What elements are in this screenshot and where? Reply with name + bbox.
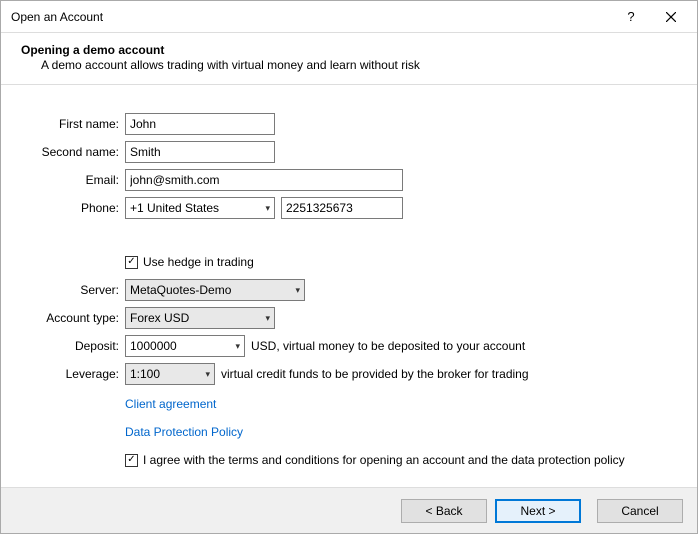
wizard-footer: < Back Next > Cancel (1, 487, 697, 533)
checkbox-icon: ✓ (125, 256, 138, 269)
deposit-hint: USD, virtual money to be deposited to yo… (251, 339, 525, 353)
leverage-hint: virtual credit funds to be provided by t… (221, 367, 529, 381)
header-title: Opening a demo account (21, 43, 677, 57)
help-icon: ? (627, 9, 634, 24)
leverage-label: Leverage: (21, 367, 125, 381)
hedge-label: Use hedge in trading (143, 255, 254, 269)
checkbox-icon: ✓ (125, 454, 138, 467)
leverage-select[interactable]: 1:100 ▾ (125, 363, 215, 385)
chevron-down-icon: ▾ (289, 285, 300, 296)
hedge-checkbox[interactable]: ✓ Use hedge in trading (125, 255, 254, 269)
agree-label: I agree with the terms and conditions fo… (143, 453, 625, 467)
back-button[interactable]: < Back (401, 499, 487, 523)
first-name-input[interactable] (125, 113, 275, 135)
deposit-select[interactable]: 1000000 ▾ (125, 335, 245, 357)
account-type-value: Forex USD (130, 311, 189, 325)
dialog-open-account: Open an Account ? Opening a demo account… (0, 0, 698, 534)
help-button[interactable]: ? (611, 3, 651, 31)
cancel-button[interactable]: Cancel (597, 499, 683, 523)
header-subtitle: A demo account allows trading with virtu… (21, 58, 677, 72)
wizard-header: Opening a demo account A demo account al… (1, 33, 697, 84)
account-type-select[interactable]: Forex USD ▾ (125, 307, 275, 329)
deposit-label: Deposit: (21, 339, 125, 353)
first-name-label: First name: (21, 117, 125, 131)
server-select[interactable]: MetaQuotes-Demo ▾ (125, 279, 305, 301)
window-title: Open an Account (11, 10, 611, 24)
server-label: Server: (21, 283, 125, 297)
client-agreement-link[interactable]: Client agreement (125, 397, 216, 411)
data-protection-link[interactable]: Data Protection Policy (125, 425, 243, 439)
chevron-down-icon: ▾ (259, 203, 270, 214)
account-type-label: Account type: (21, 311, 125, 325)
phone-country-select[interactable]: +1 United States ▾ (125, 197, 275, 219)
leverage-value: 1:100 (130, 367, 160, 381)
agree-checkbox[interactable]: ✓ I agree with the terms and conditions … (125, 453, 625, 467)
form-body: First name: Second name: Email: Phone: +… (1, 85, 697, 487)
close-icon (666, 12, 676, 22)
phone-country-value: +1 United States (130, 201, 219, 215)
chevron-down-icon: ▾ (259, 313, 270, 324)
phone-label: Phone: (21, 201, 125, 215)
email-input[interactable] (125, 169, 403, 191)
chevron-down-icon: ▾ (229, 341, 240, 352)
email-label: Email: (21, 173, 125, 187)
titlebar: Open an Account ? (1, 1, 697, 33)
chevron-down-icon: ▾ (199, 369, 210, 380)
second-name-label: Second name: (21, 145, 125, 159)
second-name-input[interactable] (125, 141, 275, 163)
next-button[interactable]: Next > (495, 499, 581, 523)
phone-number-input[interactable] (281, 197, 403, 219)
close-button[interactable] (651, 3, 691, 31)
deposit-value: 1000000 (130, 339, 177, 353)
server-value: MetaQuotes-Demo (130, 283, 231, 297)
